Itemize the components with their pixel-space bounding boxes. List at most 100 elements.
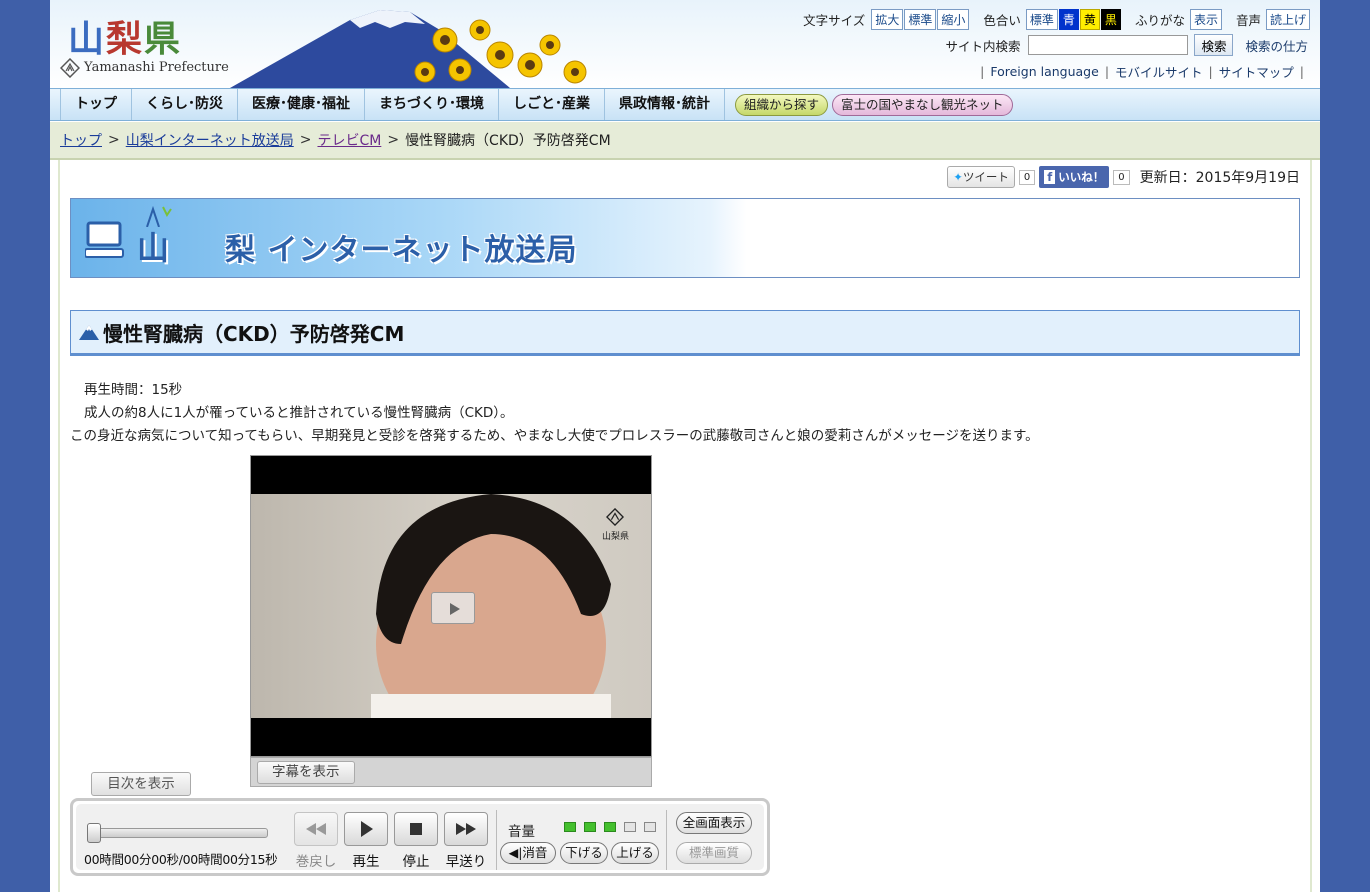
facebook-icon: f [1044,170,1056,184]
social-bar: ✦ツイート 0 f いいね！ 0 更新日：2015年9月19日 [947,166,1300,188]
search-button[interactable]: 検索 [1194,34,1234,56]
page-title-text: 慢性腎臓病（CKD）予防啓発CM [103,321,405,346]
breadcrumb-current: 慢性腎臓病（CKD）予防啓発CM [405,133,611,149]
stop-icon [410,823,422,835]
fast-forward-icon [456,823,476,835]
font-size-small-button[interactable]: 縮小 [937,8,970,30]
fullscreen-button[interactable]: 全画面表示 [676,812,752,834]
show-subtitles-button[interactable]: 字幕を表示 [257,761,355,784]
divider: | [1208,63,1213,79]
breadcrumb-link-tvcm[interactable]: テレビCM [317,130,381,150]
divider [496,810,497,870]
site-header: 山梨県 Yamanashi Prefecture 文字サイズ 拡大 標準 縮小 … [50,0,1320,88]
utility-links: | Foreign language | モバイルサイト | サイトマップ | [974,62,1310,80]
broadcast-banner: 山 梨 インターネット放送局 [70,198,1300,278]
font-size-label: 文字サイズ [803,12,866,28]
divider: | [980,63,985,79]
breadcrumb: トップ > 山梨インターネット放送局 > テレビCM > 慢性腎臓病（CKD）予… [50,122,1320,160]
rewind-icon [306,823,326,835]
volume-level-segment [644,822,656,832]
site-search: サイト内検索 検索 検索の仕方 [945,34,1308,56]
player-controls: 00時間00分00秒/00時間00分15秒 巻戻し 再生 停止 早送り 音量 ◀… [70,798,770,876]
search-help-link[interactable]: 検索の仕方 [1245,36,1308,55]
search-input[interactable] [1028,35,1189,55]
tourism-site-button[interactable]: 富士の国やまなし観光ネット [832,93,1013,116]
nav-item-top[interactable]: トップ [60,89,132,120]
nav-item-life[interactable]: くらし･防災 [132,89,238,120]
stop-button[interactable] [394,812,438,846]
speaker-icon: ◀| [508,845,523,860]
seek-bar[interactable] [87,823,268,843]
main-content: ✦ツイート 0 f いいね！ 0 更新日：2015年9月19日 山 梨 インターネ… [58,160,1312,892]
breadcrumb-link-broadcast[interactable]: 山梨インターネット放送局 [126,130,294,150]
foreign-language-link[interactable]: Foreign language [990,64,1098,79]
mountain-icon [79,325,99,340]
global-nav: トップ くらし･防災 医療･健康･福祉 まちづくり･環境 しごと･産業 県政情報… [50,88,1320,121]
nav-item-work[interactable]: しごと･産業 [499,89,605,120]
nav-item-government[interactable]: 県政情報･統計 [605,89,725,120]
divider: | [1299,63,1304,79]
intro-text: 成人の約8人に1人が罹っていると推計されている慢性腎臓病（CKD）。 [84,405,514,421]
breadcrumb-separator: > [108,132,120,148]
search-by-organization-button[interactable]: 組織から探す [735,93,829,116]
show-toc-button[interactable]: 目次を表示 [91,772,191,796]
timecode: 00時間00分00秒/00時間00分15秒 [84,852,278,867]
player-controls-panel: 00時間00分00秒/00時間00分15秒 巻戻し 再生 停止 早送り 音量 ◀… [76,804,764,870]
nav-item-town[interactable]: まちづくり･環境 [365,89,499,120]
furigana-label: ふりがな [1134,12,1185,28]
tweet-count: 0 [1018,169,1036,185]
stop-label: 停止 [402,854,430,870]
play-icon [450,603,460,615]
prefecture-watermark: 山梨県 [602,507,629,542]
volume-level-segment [564,822,576,832]
volume-down-button[interactable]: 下げる [560,842,608,864]
voice-label: 音声 [1235,12,1261,28]
sitemap-link[interactable]: サイトマップ [1219,62,1294,81]
search-label: サイト内検索 [945,38,1021,54]
breadcrumb-separator: > [299,132,312,148]
volume-level-segment [584,822,596,832]
prefecture-seal-icon [60,58,80,78]
volume-label: 音量 [508,824,535,840]
play-icon [361,821,373,837]
tweet-button[interactable]: ✦ツイート [947,166,1015,188]
volume-level-segment [604,822,616,832]
read-aloud-button[interactable]: 読上げ [1265,8,1310,30]
furigana-button[interactable]: 表示 [1189,8,1222,30]
like-count: 0 [1113,169,1130,185]
mount-fuji-sunflower-image [230,10,587,88]
color-label: 色合い [983,12,1021,28]
quality-button[interactable]: 標準画質 [676,842,752,864]
mute-button[interactable]: ◀|消音 [500,842,556,864]
color-yellow-button[interactable]: 黄 [1079,8,1100,30]
volume-up-button[interactable]: 上げる [611,842,659,864]
nav-item-health[interactable]: 医療･健康･福祉 [238,89,365,120]
font-size-standard-button[interactable]: 標準 [904,8,937,30]
font-size-large-button[interactable]: 拡大 [871,8,904,30]
color-standard-button[interactable]: 標準 [1025,8,1058,30]
page-container: 山梨県 Yamanashi Prefecture 文字サイズ 拡大 標準 縮小 … [50,0,1320,892]
breadcrumb-separator: > [387,132,400,148]
video-play-overlay[interactable] [431,592,475,624]
fast-forward-button[interactable] [444,812,488,846]
page-title: 慢性腎臓病（CKD）予防啓発CM [70,310,1300,356]
description-text: この身近な病気について知ってもらい、早期発見と受診を啓発するため、やまなし大使で… [70,428,1039,444]
color-black-button[interactable]: 黒 [1100,8,1121,30]
breadcrumb-link-top[interactable]: トップ [60,130,102,150]
logo-kanji: 山梨県 [68,18,183,60]
seek-handle[interactable] [87,823,101,843]
prefecture-seal-icon [606,507,625,527]
subtitle-bar: 字幕を表示 [250,757,652,787]
divider: | [1104,63,1110,79]
play-label: 再生 [352,854,380,870]
site-logo[interactable]: 山梨県 Yamanashi Prefecture [58,8,248,80]
color-blue-button[interactable]: 青 [1058,8,1079,30]
mobile-site-link[interactable]: モバイルサイト [1115,62,1203,81]
rewind-button[interactable] [294,812,338,846]
rewind-label: 巻戻し [295,854,337,870]
duration-text: 再生時間：15秒 [84,382,183,398]
video-player-screen[interactable]: 山梨県 [250,455,652,757]
facebook-like-button[interactable]: f いいね！ [1039,166,1110,188]
play-button[interactable] [344,812,388,846]
computer-icon [85,221,124,258]
